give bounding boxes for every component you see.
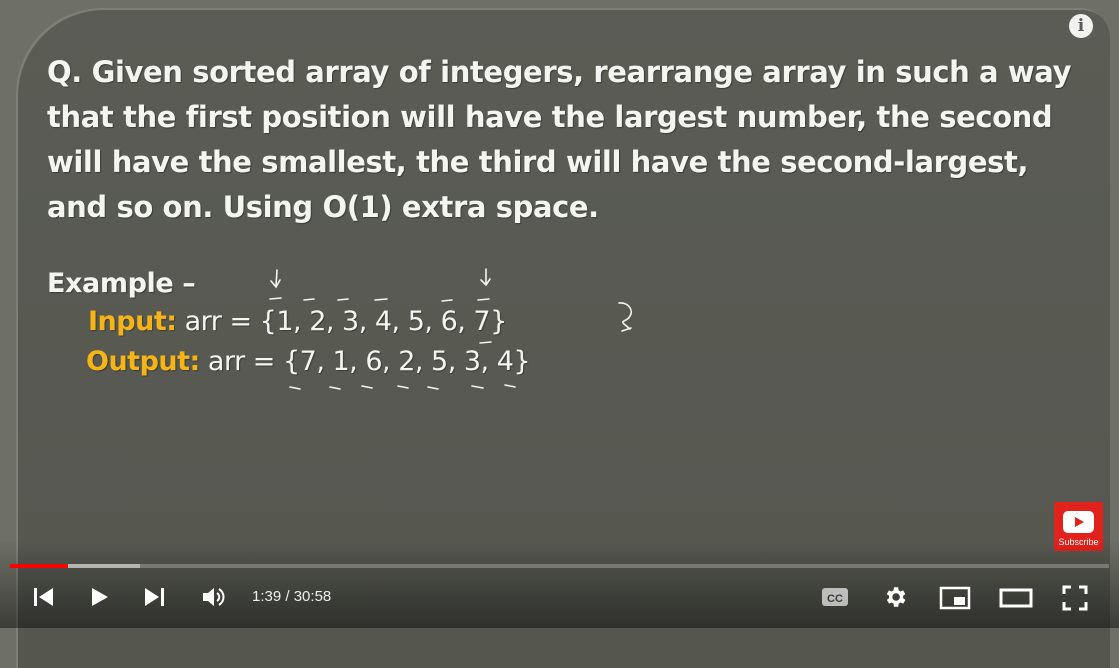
- fullscreen-icon: [1062, 585, 1088, 611]
- question-line: and so on. Using O(1) extra space.: [47, 190, 599, 224]
- next-icon: [145, 588, 164, 606]
- theater-mode-button[interactable]: [999, 585, 1033, 611]
- svg-text:CC: CC: [827, 593, 843, 605]
- previous-icon: [34, 588, 53, 606]
- output-line: Output: arr = {7, 1, 6, 2, 5, 3, 4}: [86, 346, 531, 377]
- next-button[interactable]: [143, 585, 167, 609]
- volume-button[interactable]: [201, 585, 227, 609]
- question-line: Q. Given sorted array of integers, rearr…: [47, 55, 1072, 89]
- time-display: 1:39 / 30:58: [252, 588, 331, 605]
- captions-icon: CC: [822, 588, 848, 606]
- input-keyword: Input:: [88, 306, 177, 337]
- settings-button[interactable]: [882, 584, 908, 610]
- output-value: arr = {7, 1, 6, 2, 5, 3, 4}: [199, 346, 531, 377]
- info-icon[interactable]: i: [1069, 14, 1093, 38]
- volume-icon: [203, 588, 225, 606]
- captions-button[interactable]: CC: [821, 586, 849, 608]
- fullscreen-button[interactable]: [1061, 584, 1089, 612]
- play-icon: [92, 588, 108, 606]
- input-value: arr = {1, 2, 3, 4, 5, 6, 7}: [176, 306, 508, 337]
- question-text: Q. Given sorted array of integers, rearr…: [47, 50, 1087, 230]
- question-line: will have the smallest, the third will h…: [47, 145, 1029, 179]
- play-button[interactable]: [88, 585, 112, 609]
- miniplayer-icon: [939, 586, 971, 610]
- previous-button[interactable]: [31, 585, 55, 609]
- time-current: 1:39: [252, 588, 282, 605]
- progress-played: [10, 564, 69, 568]
- controls-overlay: [0, 540, 1119, 628]
- youtube-logo-icon: [1063, 511, 1094, 533]
- example-label: Example –: [47, 268, 196, 299]
- time-total: 30:58: [293, 588, 332, 605]
- output-keyword: Output:: [86, 346, 200, 377]
- question-line: that the first position will have the la…: [47, 100, 1053, 134]
- miniplayer-button[interactable]: [939, 585, 971, 611]
- theater-icon: [999, 588, 1033, 608]
- progress-bar[interactable]: [10, 564, 1109, 568]
- settings-icon: [886, 587, 906, 607]
- input-line: Input: arr = {1, 2, 3, 4, 5, 6, 7}: [88, 306, 507, 337]
- time-separator: /: [281, 588, 294, 605]
- video-player[interactable]: i Q. Given sorted array of integers, rea…: [0, 0, 1119, 668]
